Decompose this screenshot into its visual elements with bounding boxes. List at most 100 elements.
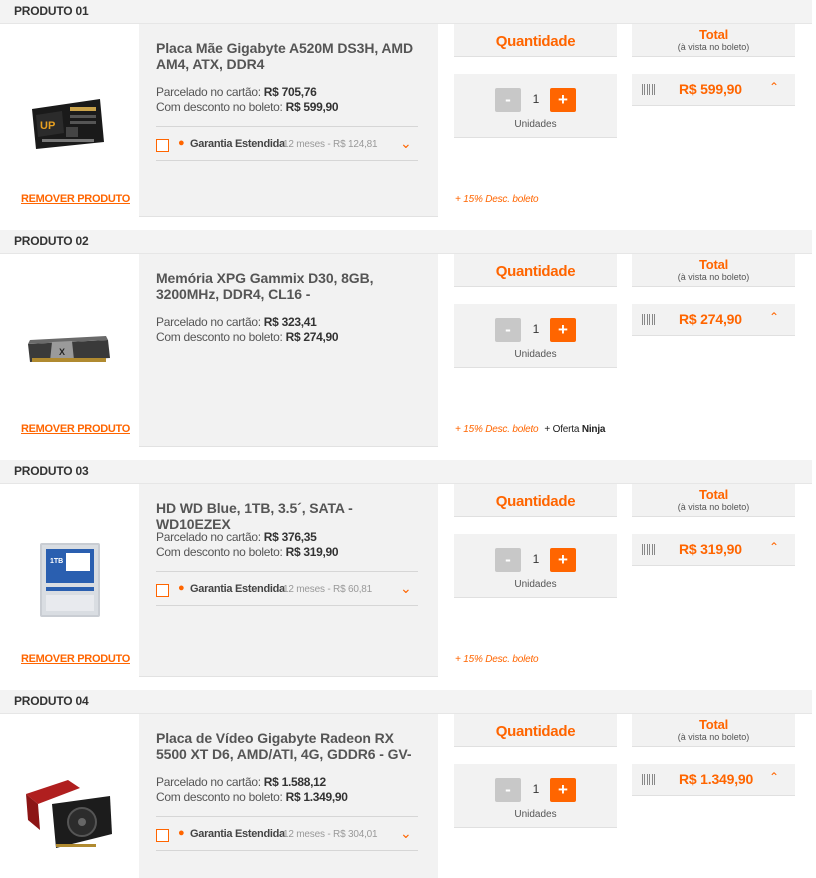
remove-product-link[interactable]: REMOVER PRODUTO: [21, 653, 130, 665]
total-price-box: R$ 1.349,90 ⌃: [632, 764, 795, 796]
product-name[interactable]: Placa de Vídeo Gigabyte Radeon RX 5500 X…: [156, 730, 426, 762]
total-header: Total (à vista no boleto): [632, 484, 795, 517]
extended-warranty-row: ● Garantia Estendida 12 meses - R$ 60,81…: [156, 571, 418, 606]
total-price: R$ 599,90: [679, 81, 742, 97]
product-name[interactable]: Memória XPG Gammix D30, 8GB, 3200MHz, DD…: [156, 270, 426, 302]
product-image-column: UP REMOVER PRODUTO: [0, 24, 138, 217]
total-subtitle: (à vista no boleto): [677, 732, 750, 742]
price-boleto-row: Com desconto no boleto: R$ 1.349,90: [156, 790, 348, 804]
price-boleto-label: Com desconto no boleto:: [156, 100, 283, 114]
quantity-stepper: - 1 + Unidades: [454, 764, 617, 828]
product-header: PRODUTO 01: [0, 0, 812, 24]
price-boleto-row: Com desconto no boleto: R$ 319,90: [156, 545, 339, 559]
hard-drive-image[interactable]: 1TB: [22, 539, 116, 619]
price-card-value: R$ 1.588,12: [263, 775, 326, 789]
svg-text:UP: UP: [40, 120, 55, 132]
price-boleto-value: R$ 1.349,90: [285, 790, 348, 804]
quantity-decrease-button[interactable]: -: [495, 318, 521, 342]
quantity-value[interactable]: 1: [524, 92, 548, 106]
chevron-up-icon[interactable]: ⌃: [769, 80, 779, 94]
chevron-up-icon[interactable]: ⌃: [769, 770, 779, 784]
price-card-row: Parcelado no cartão: R$ 376,35: [156, 530, 317, 544]
total-price: R$ 1.349,90: [679, 771, 754, 787]
discount-note: + 15% Desc. boleto: [455, 194, 539, 205]
svg-text:1TB: 1TB: [50, 558, 63, 565]
cart-product-list: PRODUTO 01 UP REMOVER PRODUTO Placa Mãe …: [0, 0, 816, 878]
quantity-value[interactable]: 1: [524, 782, 548, 796]
product-row-1: PRODUTO 01 UP REMOVER PRODUTO Placa Mãe …: [0, 0, 816, 230]
chevron-down-icon[interactable]: ⌄: [400, 825, 412, 842]
product-name[interactable]: Placa Mãe Gigabyte A520M DS3H, AMD AM4, …: [156, 40, 426, 72]
total-subtitle: (à vista no boleto): [677, 272, 750, 282]
product-info-panel: Memória XPG Gammix D30, 8GB, 3200MHz, DD…: [139, 254, 438, 447]
quantity-value[interactable]: 1: [524, 322, 548, 336]
quantity-increase-button[interactable]: +: [550, 548, 576, 572]
product-header: PRODUTO 03: [0, 460, 812, 484]
price-card-label: Parcelado no cartão:: [156, 85, 261, 99]
price-card-row: Parcelado no cartão: R$ 323,41: [156, 315, 317, 329]
graphics-card-image[interactable]: [22, 774, 116, 854]
price-card-value: R$ 705,76: [263, 85, 317, 99]
product-row-3: PRODUTO 03 1TB REMOVER PRODUTO HD WD Blu…: [0, 460, 816, 690]
chevron-down-icon[interactable]: ⌄: [400, 135, 412, 152]
total-title: Total: [698, 27, 729, 42]
boleto-discount-text: + 15% Desc. boleto: [455, 654, 539, 665]
barcode-icon: [642, 84, 657, 95]
chevron-up-icon[interactable]: ⌃: [769, 310, 779, 324]
product-number: PRODUTO 03: [14, 464, 89, 478]
warranty-label: Garantia Estendida: [190, 828, 285, 840]
barcode-icon: [642, 774, 657, 785]
price-boleto-value: R$ 319,90: [285, 545, 339, 559]
product-name[interactable]: HD WD Blue, 1TB, 3.5´, SATA - WD10EZEX: [156, 500, 426, 532]
product-info-panel: HD WD Blue, 1TB, 3.5´, SATA - WD10EZEX P…: [139, 484, 438, 677]
boleto-discount-text: + 15% Desc. boleto: [455, 424, 539, 435]
svg-text:X: X: [59, 347, 65, 357]
total-header: Total (à vista no boleto): [632, 714, 795, 747]
quantity-unit-label: Unidades: [514, 579, 557, 590]
price-card-label: Parcelado no cartão:: [156, 775, 261, 789]
chevron-up-icon[interactable]: ⌃: [769, 540, 779, 554]
quantity-title: Quantidade: [454, 484, 617, 517]
discount-note: + 15% Desc. boleto + Oferta Ninja: [455, 424, 605, 435]
product-image-column: X REMOVER PRODUTO: [0, 254, 138, 447]
chevron-down-icon[interactable]: ⌄: [400, 580, 412, 597]
total-price: R$ 319,90: [679, 541, 742, 557]
barcode-icon: [642, 544, 657, 555]
warranty-checkbox[interactable]: [156, 829, 169, 842]
total-price: R$ 274,90: [679, 311, 742, 327]
discount-note: + 15% Desc. boleto: [455, 654, 539, 665]
quantity-increase-button[interactable]: +: [550, 318, 576, 342]
quantity-decrease-button[interactable]: -: [495, 88, 521, 112]
quantity-value[interactable]: 1: [524, 552, 548, 566]
product-image-column: [0, 714, 138, 878]
price-card-value: R$ 376,35: [263, 530, 317, 544]
price-card-label: Parcelado no cartão:: [156, 530, 261, 544]
warranty-checkbox[interactable]: [156, 139, 169, 152]
remove-product-link[interactable]: REMOVER PRODUTO: [21, 193, 130, 205]
extended-warranty-row: ● Garantia Estendida 12 meses - R$ 124,8…: [156, 126, 418, 161]
motherboard-image[interactable]: UP: [22, 87, 116, 159]
quantity-stepper: - 1 + Unidades: [454, 74, 617, 138]
product-info-panel: Placa de Vídeo Gigabyte Radeon RX 5500 X…: [139, 714, 438, 878]
extended-warranty-row: ● Garantia Estendida 12 meses - R$ 304,0…: [156, 816, 418, 851]
quantity-decrease-button[interactable]: -: [495, 778, 521, 802]
warranty-price: 12 meses - R$ 60,81: [283, 584, 373, 595]
total-header: Total (à vista no boleto): [632, 254, 795, 287]
total-subtitle: (à vista no boleto): [677, 42, 750, 52]
remove-product-link[interactable]: REMOVER PRODUTO: [21, 423, 130, 435]
quantity-stepper: - 1 + Unidades: [454, 534, 617, 598]
price-boleto-label: Com desconto no boleto:: [156, 330, 283, 344]
quantity-title: Quantidade: [454, 714, 617, 747]
price-card-row: Parcelado no cartão: R$ 1.588,12: [156, 775, 326, 789]
warranty-checkbox[interactable]: [156, 584, 169, 597]
quantity-increase-button[interactable]: +: [550, 88, 576, 112]
quantity-decrease-button[interactable]: -: [495, 548, 521, 572]
warranty-price: 12 meses - R$ 124,81: [283, 139, 378, 150]
lightbulb-icon: ●: [178, 827, 185, 839]
quantity-increase-button[interactable]: +: [550, 778, 576, 802]
price-boleto-row: Com desconto no boleto: R$ 599,90: [156, 100, 339, 114]
ram-memory-image[interactable]: X: [22, 314, 116, 386]
total-subtitle: (à vista no boleto): [677, 502, 750, 512]
total-title: Total: [698, 257, 729, 272]
quantity-unit-label: Unidades: [514, 119, 557, 130]
